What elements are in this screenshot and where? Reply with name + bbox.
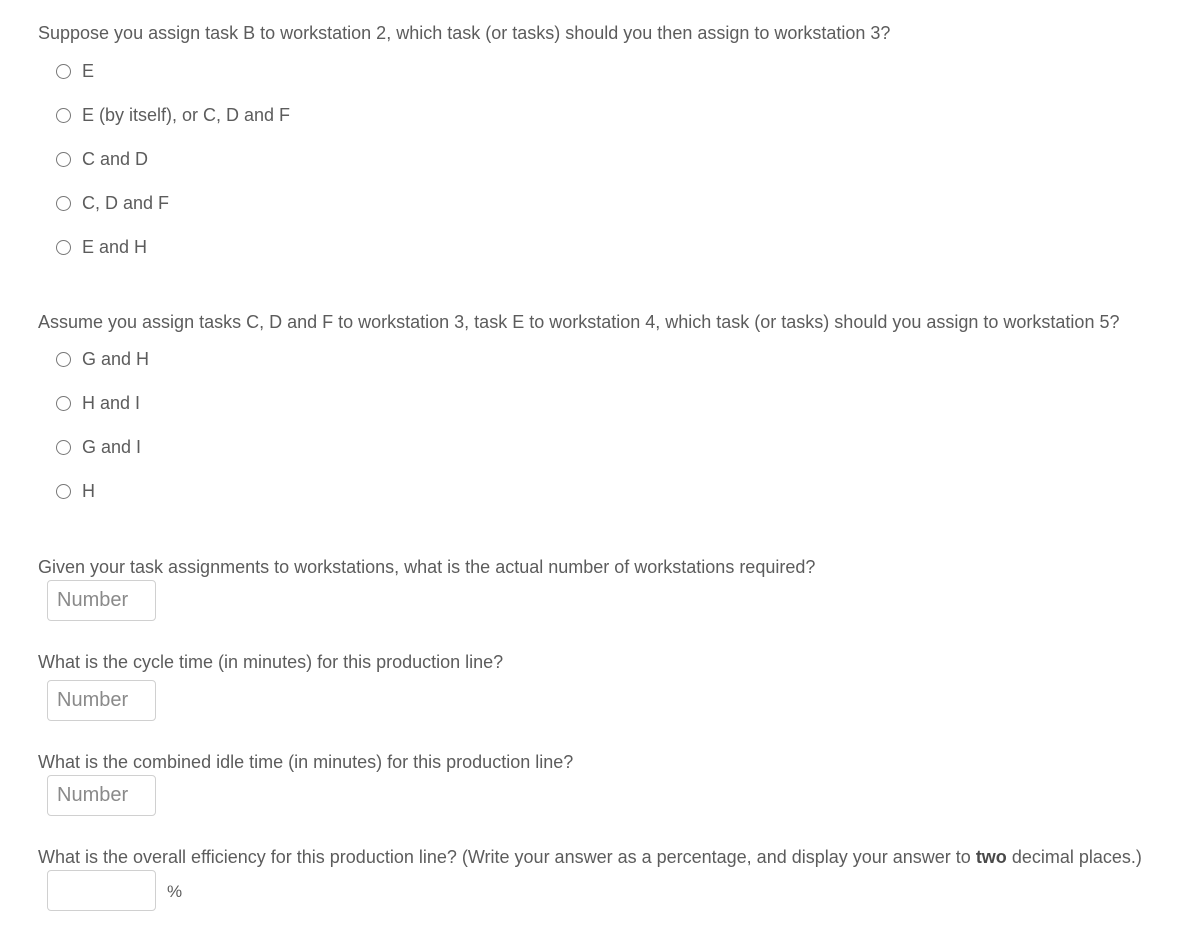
radio-button-icon[interactable] — [56, 483, 71, 499]
question-6-text-after: decimal places.) — [1006, 847, 1142, 867]
question-2-text: Assume you assign tasks C, D and F to wo… — [38, 312, 1120, 332]
option-label: E (by itself), or C, D and F — [82, 104, 291, 125]
radio-button-icon[interactable] — [56, 439, 71, 455]
q2-option-g-and-i[interactable]: G and I — [56, 436, 141, 458]
option-label: G and H — [82, 348, 150, 369]
radio-button-icon[interactable] — [56, 195, 71, 211]
cycle-time-input[interactable] — [47, 680, 156, 721]
option-label: H and I — [82, 392, 141, 413]
question-1-text: Suppose you assign task B to workstation… — [38, 23, 891, 43]
radio-button-icon[interactable] — [56, 351, 71, 367]
option-label: E and H — [82, 236, 148, 257]
option-label: H — [82, 480, 95, 501]
option-label: E — [82, 60, 95, 81]
radio-button-icon[interactable] — [56, 239, 71, 255]
workstations-number-input[interactable] — [47, 580, 156, 621]
idle-time-input[interactable] — [47, 775, 156, 816]
question-3-text: Given your task assignments to workstati… — [38, 557, 816, 577]
efficiency-input[interactable] — [47, 870, 156, 911]
radio-button-icon[interactable] — [56, 151, 71, 167]
option-label: C and D — [82, 148, 149, 169]
q2-option-h-and-i[interactable]: H and I — [56, 392, 140, 414]
q2-option-h[interactable]: H — [56, 480, 95, 502]
q1-option-e-and-h[interactable]: E and H — [56, 236, 147, 258]
q2-option-g-and-h[interactable]: G and H — [56, 348, 149, 370]
question-5-text: What is the combined idle time (in minut… — [38, 752, 574, 772]
option-label: G and I — [82, 436, 142, 457]
radio-button-icon[interactable] — [56, 107, 71, 123]
q1-option-c-and-d[interactable]: C and D — [56, 148, 148, 170]
question-6-text-before: What is the overall efficiency for this … — [38, 847, 976, 867]
question-6-text-bold: two — [975, 847, 1007, 867]
question-4-text: What is the cycle time (in minutes) for … — [38, 652, 504, 672]
percent-unit-label: % — [167, 882, 183, 901]
option-label: C, D and F — [82, 192, 170, 213]
radio-button-icon[interactable] — [56, 395, 71, 411]
radio-button-icon[interactable] — [56, 63, 71, 79]
q1-option-c-d-and-f[interactable]: C, D and F — [56, 192, 169, 214]
question-6-text: What is the overall efficiency for this … — [38, 846, 1142, 868]
q1-option-e-or-cdf[interactable]: E (by itself), or C, D and F — [56, 104, 290, 126]
q1-option-e[interactable]: E — [56, 60, 94, 82]
